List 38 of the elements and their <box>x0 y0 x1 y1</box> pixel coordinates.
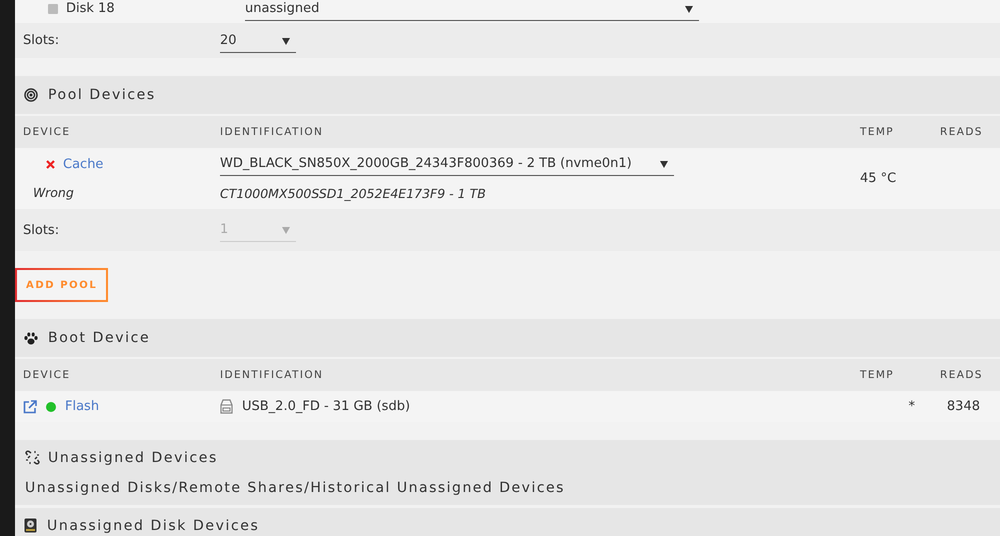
column-header: DEVICE <box>22 126 72 138</box>
device-link[interactable]: Flash <box>65 399 100 414</box>
external-link-icon[interactable] <box>23 400 37 414</box>
target-icon <box>24 88 38 102</box>
caret-icon <box>282 38 290 44</box>
device-link[interactable]: Cache <box>63 157 104 172</box>
column-header: DEVICE <box>22 369 72 381</box>
temp-cell-text: * <box>908 399 916 414</box>
disk-name: Disk 18 <box>66 1 115 16</box>
add-pool-button[interactable]: ADD POOL <box>15 268 108 302</box>
warning-label: Wrong <box>32 184 75 200</box>
drive-icon <box>220 399 233 414</box>
slots-label: Slots: <box>23 33 60 48</box>
caret-icon <box>685 6 693 13</box>
device-dropdown[interactable]: WD_BLACK_SN850X_2000GB_24343F800369 - 2 TB (nvme0n1) <box>220 156 674 176</box>
paw-icon <box>24 332 38 344</box>
column-header: TEMP <box>860 126 896 138</box>
reads-cell-text: 8348 <box>946 399 980 414</box>
column-header: READS <box>940 126 984 138</box>
broken-link-icon <box>25 450 40 465</box>
previous-device: CT1000MX500SSD1_2052E4E173F9 - 1 TB <box>220 186 487 201</box>
column-header: READS <box>940 369 984 381</box>
column-header: IDENTIFICATION <box>219 369 324 381</box>
column-header: TEMP <box>860 369 896 381</box>
assignment-dropdown[interactable]: unassigned <box>245 1 699 21</box>
temp-cell-text: 45 °C <box>860 171 898 186</box>
slots-label: Slots: <box>23 222 60 238</box>
slots-dropdown[interactable]: 20 <box>220 32 296 52</box>
section-title: Boot Device <box>48 330 150 346</box>
caret-icon <box>660 161 668 168</box>
caret-icon <box>282 227 290 234</box>
section-title: Unassigned Disk Devices <box>47 518 260 534</box>
section-subtitle: Unassigned Disks/Remote Shares/Historical Unassigned Devices <box>25 480 565 496</box>
column-header: IDENTIFICATION <box>219 126 324 138</box>
section-title: Unassigned Devices <box>48 450 218 466</box>
identification-cell: USB_2.0_FD - 31 GB (sdb) <box>242 399 410 414</box>
section-title: Pool Devices <box>48 87 156 103</box>
checkbox[interactable] <box>48 4 58 14</box>
